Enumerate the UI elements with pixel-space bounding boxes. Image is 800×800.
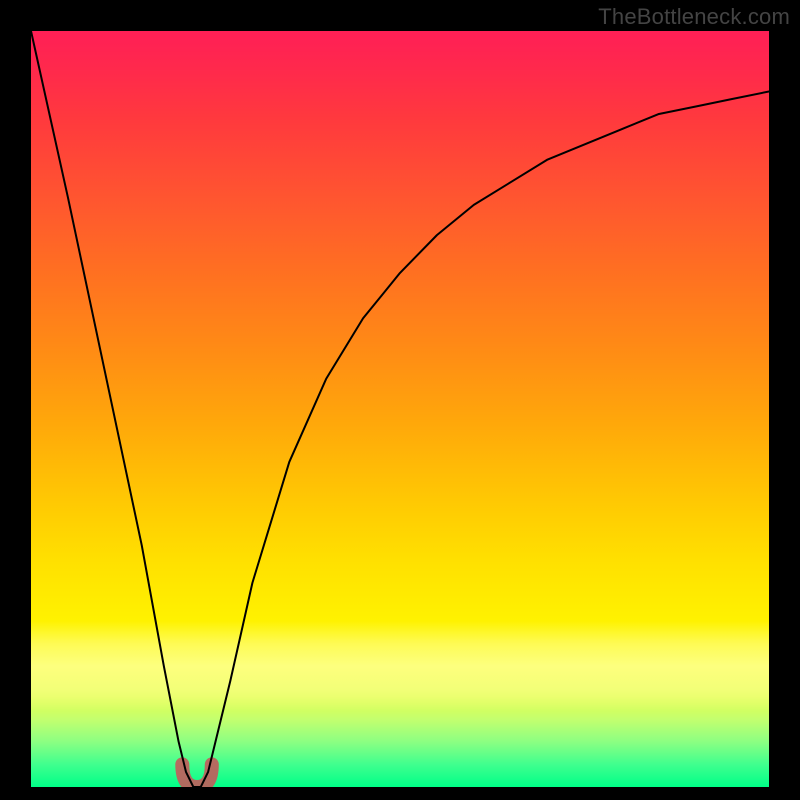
- chart-stage: TheBottleneck.com: [0, 0, 800, 800]
- curve-layer: [31, 31, 769, 787]
- bottleneck-curve: [31, 31, 769, 787]
- watermark-label: TheBottleneck.com: [598, 4, 790, 30]
- plot-area: [31, 31, 769, 787]
